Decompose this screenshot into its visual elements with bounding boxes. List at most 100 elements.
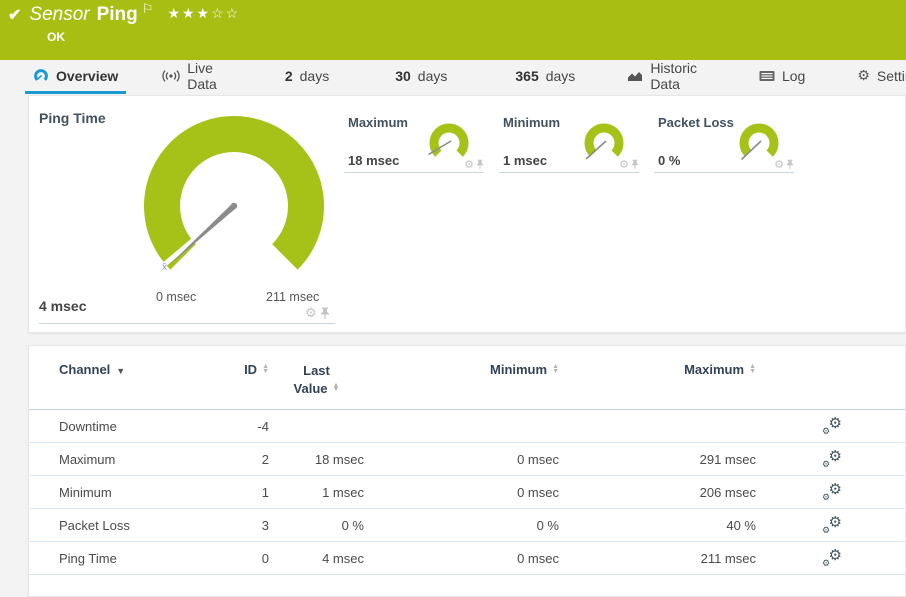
gauges-panel: Ping Time x̄ 0 msec 211 msec 4 msec ⚙ Ma… <box>28 95 906 333</box>
column-header-minimum-label: Minimum <box>490 362 547 377</box>
tab-overview[interactable]: Overview <box>25 60 126 94</box>
sensor-name: Ping <box>97 4 138 26</box>
pin-icon[interactable] <box>320 307 330 320</box>
channel-last-value <box>269 410 364 443</box>
channel-id: 1 <box>214 476 269 509</box>
column-header-minimum[interactable]: Minimum ▲▼ <box>364 346 559 410</box>
channel-settings-gears-icon[interactable]: ⚙⚙ <box>822 548 844 566</box>
channels-table: Channel▼ ID▲▼ Last Value▲▼ Minimum▲▼ Max… <box>29 346 905 575</box>
tab-30-days-label: days <box>418 68 448 84</box>
tab-30-days-number: 30 <box>395 68 411 84</box>
channel-minimum <box>364 410 559 443</box>
channel-settings-gears-icon[interactable]: ⚙⚙ <box>822 416 844 434</box>
table-header-row: Channel▼ ID▲▼ Last Value▲▼ Minimum▲▼ Max… <box>29 346 905 410</box>
flag-icon[interactable]: ⚐ <box>142 1 154 17</box>
mini-gauge-title: Maximum <box>348 115 408 130</box>
channel-last-value: 1 msec <box>269 476 364 509</box>
sensor-header: ✔ Sensor Ping ⚐ ★★★☆☆ OK <box>0 0 906 60</box>
channel-name[interactable]: Maximum <box>29 443 214 476</box>
pin-icon[interactable] <box>631 159 639 170</box>
tab-2-days[interactable]: 2 days <box>277 60 337 94</box>
gauge-settings-gear-icon[interactable]: ⚙ <box>619 158 629 171</box>
tab-2-days-number: 2 <box>285 68 293 84</box>
ping-time-value: 4 msec <box>39 298 86 314</box>
area-chart-icon <box>627 70 643 82</box>
mini-gauge-packet-loss: Packet Loss 0 % ⚙ <box>654 113 794 173</box>
status-ok-check-icon: ✔ <box>8 5 21 25</box>
mini-gauge-value: 0 % <box>658 153 680 168</box>
table-row-downtime[interactable]: Downtime -4 ⚙⚙ <box>29 410 905 443</box>
tab-365-days-number: 365 <box>515 68 538 84</box>
channel-last-value: 0 % <box>269 509 364 542</box>
tab-2-days-label: days <box>300 68 330 84</box>
table-row-packet-loss[interactable]: Packet Loss 3 0 % 0 % 40 % ⚙⚙ <box>29 509 905 542</box>
stars-empty[interactable]: ☆☆ <box>211 5 240 21</box>
channel-id: 0 <box>214 542 269 575</box>
tab-live-data-label: Live Data <box>187 60 217 92</box>
channel-name[interactable]: Minimum <box>29 476 214 509</box>
object-kind-label: Sensor <box>29 4 89 26</box>
tab-30-days[interactable]: 30 days <box>387 60 455 94</box>
tab-bar: Overview Live Data 2 days 30 days 365 da… <box>0 60 906 94</box>
gauge-icon <box>33 68 49 83</box>
gauge-settings-gear-icon[interactable]: ⚙ <box>774 158 784 171</box>
channel-settings-gears-icon[interactable]: ⚙⚙ <box>822 515 844 533</box>
gauge-settings-gear-icon[interactable]: ⚙ <box>464 158 474 171</box>
tab-log[interactable]: Log <box>751 60 813 94</box>
column-header-maximum[interactable]: Maximum ▲▼ <box>559 346 756 410</box>
channel-last-value: 18 msec <box>269 443 364 476</box>
table-row-ping-time[interactable]: Ping Time 0 4 msec 0 msec 211 msec ⚙⚙ <box>29 542 905 575</box>
pin-icon[interactable] <box>476 159 484 170</box>
column-header-maximum-label: Maximum <box>684 362 744 377</box>
status-badge: OK <box>47 30 65 44</box>
channel-minimum: 0 msec <box>364 476 559 509</box>
column-header-channel[interactable]: Channel▼ <box>29 346 214 410</box>
gauge-settings-gear-icon[interactable]: ⚙ <box>305 305 317 321</box>
channel-name[interactable]: Downtime <box>29 410 214 443</box>
table-row-maximum[interactable]: Maximum 2 18 msec 0 msec 291 msec ⚙⚙ <box>29 443 905 476</box>
channel-maximum: 206 msec <box>559 476 756 509</box>
column-header-last-value-label: Last Value <box>294 363 330 396</box>
pin-icon[interactable] <box>786 159 794 170</box>
tab-live-data[interactable]: Live Data <box>154 60 225 94</box>
stars-filled[interactable]: ★★★ <box>167 5 211 21</box>
channels-panel: Channel▼ ID▲▼ Last Value▲▼ Minimum▲▼ Max… <box>28 345 906 597</box>
tab-overview-label: Overview <box>56 68 118 84</box>
sort-icon: ▲▼ <box>749 365 756 374</box>
gauge-scale-max: 211 msec <box>266 290 319 304</box>
tab-365-days[interactable]: 365 days <box>507 60 583 94</box>
channel-name[interactable]: Ping Time <box>29 542 214 575</box>
channel-settings-gears-icon[interactable]: ⚙⚙ <box>822 482 844 500</box>
column-header-id[interactable]: ID▲▼ <box>214 346 269 410</box>
channel-minimum: 0 msec <box>364 443 559 476</box>
channel-name[interactable]: Packet Loss <box>29 509 214 542</box>
tab-settings[interactable]: ⚙ Settings <box>849 60 906 94</box>
table-row-minimum[interactable]: Minimum 1 1 msec 0 msec 206 msec ⚙⚙ <box>29 476 905 509</box>
priority-stars[interactable]: ★★★☆☆ <box>167 5 240 22</box>
channel-id: 3 <box>214 509 269 542</box>
channel-minimum: 0 % <box>364 509 559 542</box>
mini-gauge-minimum: Minimum 1 msec ⚙ <box>499 113 639 173</box>
gauge-average-marker: x̄ <box>162 262 167 273</box>
mini-gauge-value: 1 msec <box>503 153 547 168</box>
mini-gauge-maximum: Maximum 18 msec ⚙ <box>344 113 484 173</box>
column-header-settings <box>756 346 905 410</box>
channel-maximum: 291 msec <box>559 443 756 476</box>
column-header-last-value[interactable]: Last Value▲▼ <box>269 346 364 410</box>
sort-icon: ▲▼ <box>262 365 269 374</box>
main-gauge-title: Ping Time <box>39 110 106 126</box>
channel-maximum: 211 msec <box>559 542 756 575</box>
channel-id: -4 <box>214 410 269 443</box>
divider <box>39 323 335 324</box>
channel-last-value: 4 msec <box>269 542 364 575</box>
log-list-icon <box>759 70 775 82</box>
tab-365-days-label: days <box>546 68 576 84</box>
channel-maximum: 40 % <box>559 509 756 542</box>
live-broadcast-icon <box>162 70 180 82</box>
channel-maximum <box>559 410 756 443</box>
sort-icon: ▲▼ <box>333 384 340 393</box>
tab-historic-data[interactable]: Historic Data <box>619 60 705 94</box>
tab-log-label: Log <box>782 68 805 84</box>
channel-settings-gears-icon[interactable]: ⚙⚙ <box>822 449 844 467</box>
sort-icon: ▲▼ <box>552 365 559 374</box>
